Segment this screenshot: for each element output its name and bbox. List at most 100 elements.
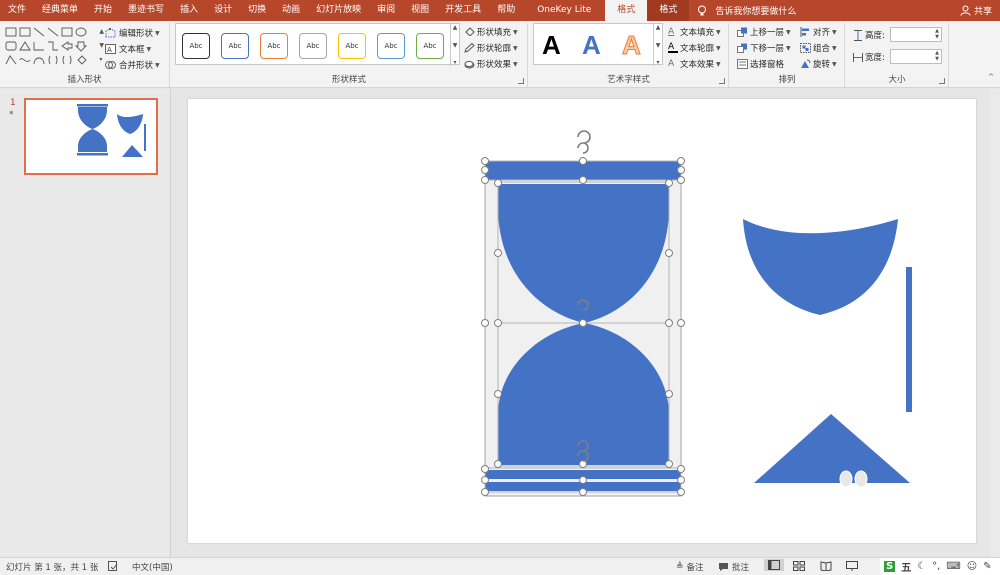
spinner-icon[interactable]: ▲ ▼ (935, 28, 939, 40)
merge-shapes-button[interactable]: 合并形状 ▼ (105, 59, 160, 71)
text-fill-button[interactable]: A 文本填充 ▼ (668, 26, 721, 38)
tab-onekey-lite[interactable]: OneKey Lite (523, 0, 605, 21)
text-box-button[interactable]: A 文本框 ▼ (105, 43, 151, 55)
spinner-icon[interactable]: ▲ ▼ (935, 50, 939, 62)
tab-home[interactable]: 开始 (86, 0, 120, 21)
view-normal-button[interactable] (764, 559, 784, 571)
group-button[interactable]: 组合 ▼ (800, 42, 837, 54)
spellcheck-icon[interactable] (108, 561, 118, 571)
selection-pane-label: 选择窗格 (750, 60, 785, 70)
tab-format-active[interactable]: 格式 (605, 0, 648, 21)
shape-fill-label: 形状填充 (477, 28, 512, 38)
bring-forward-button[interactable]: 上移一层 ▼ (737, 26, 791, 38)
selection-pane-button[interactable]: 选择窗格 (737, 58, 784, 70)
notes-button[interactable]: ≜ 备注 (676, 561, 704, 573)
shape-fill-button[interactable]: 形状填充 ▼ (464, 26, 518, 38)
dialog-launcher-icon[interactable] (939, 78, 945, 84)
comments-label: 批注 (732, 563, 750, 573)
gallery-scroll[interactable]: ▲ ▼ ▾ (450, 24, 459, 66)
view-slideshow-button[interactable] (846, 561, 858, 571)
bring-forward-label: 上移一层 (750, 28, 785, 38)
edit-shape-button[interactable]: 编辑形状 ▼ (105, 27, 160, 39)
share-button[interactable]: 共享 (960, 0, 992, 21)
gallery-scroll[interactable]: ▲ ▼ ▾ (653, 24, 662, 66)
vertical-bar-shape[interactable] (906, 267, 912, 412)
chevron-down-icon: ▼ (155, 61, 160, 69)
slide-number: 1 (10, 98, 16, 108)
reading-view-icon (820, 561, 832, 571)
tab-format-context[interactable]: 格式 (647, 0, 690, 21)
shape-styles-gallery[interactable]: Abc Abc Abc Abc Abc Abc Abc ▲ ▼ ▾ (175, 23, 460, 66)
chevron-down-icon: ▼ (513, 28, 518, 36)
wordart-gallery[interactable]: A A A ▲ ▼ ▾ (533, 23, 663, 66)
align-button[interactable]: 对齐 ▼ (800, 26, 837, 38)
height-label-row: 高度: (853, 29, 885, 41)
scroll-down-icon[interactable]: ▼ (656, 42, 661, 49)
wrench-icon[interactable]: ✎ (983, 561, 991, 572)
shape-effects-button[interactable]: 形状效果 ▼ (464, 58, 518, 70)
collapse-ribbon-icon[interactable]: ^ (988, 73, 994, 81)
ime-toolbar[interactable]: S 五 ☾ °, ⌨ ☺ ✎ (880, 558, 1000, 575)
dialog-launcher-icon[interactable] (518, 78, 524, 84)
chevron-down-icon: ▼ (832, 44, 837, 52)
view-reading-button[interactable] (820, 561, 832, 571)
shape-style-swatch[interactable]: Abc (338, 33, 366, 59)
shape-style-swatch[interactable]: Abc (260, 33, 288, 59)
slide-content (481, 130, 912, 497)
shapes-gallery[interactable]: ▲ ▼ ▾ (4, 25, 104, 67)
group-insert-shapes: ▲ ▼ ▾ 编辑形状 ▼ A 文本框 ▼ 合并形状 ▼ 插入形状 (0, 23, 170, 87)
tab-insert[interactable]: 插入 (172, 0, 206, 21)
scroll-up-icon[interactable]: ▲ (656, 24, 661, 31)
punctuation-icon[interactable]: °, (932, 561, 940, 572)
wordart-style-orange-outline[interactable]: A (622, 30, 642, 61)
gallery-more-icon[interactable]: ▾ (656, 59, 659, 66)
tab-view[interactable]: 视图 (403, 0, 437, 21)
slide-thumbnail-1[interactable] (24, 98, 158, 175)
text-outline-button[interactable]: A 文本轮廓 ▼ (668, 42, 721, 54)
crescent-shape[interactable] (743, 219, 898, 315)
moon-icon[interactable]: ☾ (917, 561, 926, 572)
ime-mode-label[interactable]: 五 (901, 559, 911, 574)
rotate-button[interactable]: 旋转 ▼ (800, 58, 837, 70)
tab-developer[interactable]: 开发工具 (437, 0, 489, 21)
shape-style-swatch[interactable]: Abc (416, 33, 444, 59)
width-input[interactable]: ▲ ▼ (890, 49, 942, 64)
tell-me-box[interactable]: 告诉我你想要做什么 (697, 4, 796, 17)
tab-design[interactable]: 设计 (206, 0, 240, 21)
shape-effects-icon (464, 60, 475, 69)
rotate-label: 旋转 (813, 60, 831, 70)
user-icon[interactable]: ☺ (967, 561, 977, 572)
scroll-up-icon[interactable]: ▲ (453, 24, 458, 31)
tab-review[interactable]: 审阅 (369, 0, 403, 21)
vertical-scrollbar[interactable] (990, 89, 1000, 557)
triangle-shape[interactable] (754, 414, 910, 483)
tab-transitions[interactable]: 切换 (240, 0, 274, 21)
shape-style-swatch[interactable]: Abc (299, 33, 327, 59)
shape-outline-button[interactable]: 形状轮廓 ▼ (464, 42, 518, 54)
chevron-down-icon: ▼ (155, 29, 160, 37)
tab-help[interactable]: 帮助 (489, 0, 523, 21)
send-backward-button[interactable]: 下移一层 ▼ (737, 42, 791, 54)
text-effects-button[interactable]: A 文本效果 ▼ (668, 58, 721, 70)
wordart-style-black[interactable]: A (542, 30, 561, 61)
slide-canvas[interactable] (188, 99, 976, 543)
gallery-scroll[interactable]: ▲ ▼ ▾ (99, 25, 104, 67)
comments-button[interactable]: 批注 (718, 561, 749, 573)
shape-style-swatch[interactable]: Abc (182, 33, 210, 59)
width-label-row: 宽度: (853, 51, 885, 63)
tab-file[interactable]: 文件 (0, 0, 34, 21)
scroll-down-icon[interactable]: ▼ (453, 42, 458, 49)
language-indicator[interactable]: 中文(中国) (132, 561, 173, 573)
height-input[interactable]: ▲ ▼ (890, 27, 942, 42)
gallery-more-icon[interactable]: ▾ (453, 59, 456, 66)
dialog-launcher-icon[interactable] (719, 78, 725, 84)
tab-classic-menu[interactable]: 经典菜单 (34, 0, 86, 21)
wordart-style-blue[interactable]: A (582, 30, 601, 61)
tab-slideshow[interactable]: 幻灯片放映 (308, 0, 369, 21)
view-sorter-button[interactable] (793, 561, 805, 571)
shape-style-swatch[interactable]: Abc (377, 33, 405, 59)
tab-ink[interactable]: 墨迹书写 (120, 0, 172, 21)
shape-style-swatch[interactable]: Abc (221, 33, 249, 59)
tab-animations[interactable]: 动画 (274, 0, 308, 21)
keyboard-icon[interactable]: ⌨ (946, 561, 960, 572)
